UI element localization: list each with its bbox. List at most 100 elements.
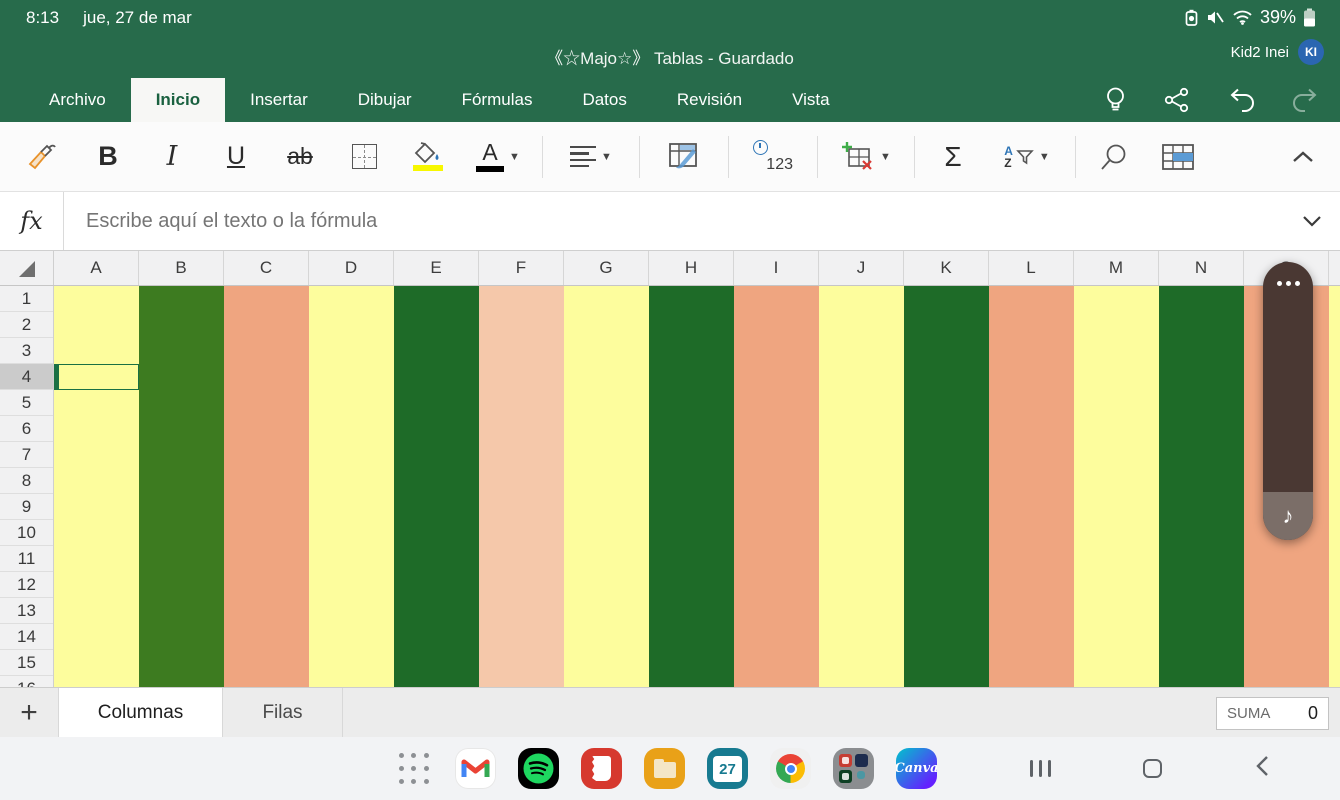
- column-header-G[interactable]: G: [564, 251, 649, 285]
- column-L[interactable]: [989, 286, 1074, 687]
- gmail-icon[interactable]: [455, 748, 496, 789]
- fill-color-icon[interactable]: [396, 130, 460, 184]
- column-D[interactable]: [309, 286, 394, 687]
- column-C[interactable]: [224, 286, 309, 687]
- active-cell-cursor[interactable]: [54, 364, 139, 390]
- column-header-M[interactable]: M: [1074, 251, 1159, 285]
- tab-revisión[interactable]: Revisión: [652, 78, 767, 122]
- column-header-N[interactable]: N: [1159, 251, 1244, 285]
- column-header-L[interactable]: L: [989, 251, 1074, 285]
- row-header-12[interactable]: 12: [0, 572, 53, 598]
- canva-icon[interactable]: Canva: [896, 748, 937, 789]
- number-format-icon[interactable]: 123: [735, 130, 811, 184]
- back-icon[interactable]: [1254, 755, 1270, 782]
- recents-icon[interactable]: [1030, 760, 1051, 777]
- app-drawer-icon[interactable]: [395, 750, 433, 788]
- column-G[interactable]: [564, 286, 649, 687]
- sort-filter-icon[interactable]: AZ ▼: [985, 130, 1069, 184]
- column-M[interactable]: [1074, 286, 1159, 687]
- row-header-4[interactable]: 4: [0, 364, 53, 390]
- autosum-icon[interactable]: Σ: [921, 130, 985, 184]
- tab-fórmulas[interactable]: Fórmulas: [437, 78, 558, 122]
- app-folder-icon[interactable]: [833, 748, 874, 789]
- select-all-corner[interactable]: [0, 251, 54, 285]
- column-header-A[interactable]: A: [54, 251, 139, 285]
- column-header-J[interactable]: J: [819, 251, 904, 285]
- row-header-13[interactable]: 13: [0, 598, 53, 624]
- column-B[interactable]: [139, 286, 224, 687]
- undo-icon[interactable]: [1227, 87, 1255, 113]
- sheet-tab-filas[interactable]: Filas: [223, 688, 343, 737]
- tab-insertar[interactable]: Insertar: [225, 78, 333, 122]
- row-header-2[interactable]: 2: [0, 312, 53, 338]
- table-view-icon[interactable]: [1146, 130, 1210, 184]
- collapse-ribbon-icon[interactable]: [1292, 130, 1314, 184]
- add-sheet-button[interactable]: +: [0, 688, 58, 737]
- tab-dibujar[interactable]: Dibujar: [333, 78, 437, 122]
- row-header-16[interactable]: 16: [0, 676, 53, 687]
- music-widget-handle[interactable]: ♪: [1263, 492, 1313, 540]
- row-header-7[interactable]: 7: [0, 442, 53, 468]
- tab-datos[interactable]: Datos: [557, 78, 651, 122]
- row-header-9[interactable]: 9: [0, 494, 53, 520]
- tab-archivo[interactable]: Archivo: [24, 78, 131, 122]
- format-painter-icon[interactable]: [12, 130, 76, 184]
- edge-panel-handle[interactable]: ♪: [1263, 262, 1313, 540]
- column-H[interactable]: [649, 286, 734, 687]
- row-header-6[interactable]: 6: [0, 416, 53, 442]
- more-icon[interactable]: [1263, 262, 1313, 304]
- chrome-icon[interactable]: [770, 748, 811, 789]
- my-files-icon[interactable]: [644, 748, 685, 789]
- account-chip[interactable]: Kid2 Inei KI: [1231, 39, 1324, 65]
- tab-vista[interactable]: Vista: [767, 78, 855, 122]
- avatar[interactable]: KI: [1298, 39, 1324, 65]
- column-header-K[interactable]: K: [904, 251, 989, 285]
- column-A[interactable]: [54, 286, 139, 687]
- column-I[interactable]: [734, 286, 819, 687]
- borders-icon[interactable]: [332, 130, 396, 184]
- column-header-E[interactable]: E: [394, 251, 479, 285]
- column-header-P[interactable]: P: [1329, 251, 1340, 285]
- align-icon[interactable]: ▼: [549, 130, 633, 184]
- row-header-15[interactable]: 15: [0, 650, 53, 676]
- sum-status-box[interactable]: SUMA 0: [1216, 697, 1329, 730]
- insert-delete-cells-icon[interactable]: ▼: [824, 130, 908, 184]
- search-icon[interactable]: [1082, 130, 1146, 184]
- font-color-icon[interactable]: A ▼: [460, 130, 536, 184]
- lightbulb-icon[interactable]: [1104, 86, 1127, 114]
- row-header-8[interactable]: 8: [0, 468, 53, 494]
- spotify-icon[interactable]: [518, 748, 559, 789]
- cell-styles-icon[interactable]: [646, 130, 722, 184]
- sheet-tab-columnas[interactable]: Columnas: [58, 688, 223, 737]
- column-F[interactable]: [479, 286, 564, 687]
- column-E[interactable]: [394, 286, 479, 687]
- column-N[interactable]: [1159, 286, 1244, 687]
- column-header-I[interactable]: I: [734, 251, 819, 285]
- row-header-1[interactable]: 1: [0, 286, 53, 312]
- italic-button[interactable]: I: [140, 130, 204, 184]
- column-J[interactable]: [819, 286, 904, 687]
- column-header-F[interactable]: F: [479, 251, 564, 285]
- share-icon[interactable]: [1164, 87, 1190, 113]
- column-header-H[interactable]: H: [649, 251, 734, 285]
- spreadsheet-grid[interactable]: 12345678910111213141516: [0, 286, 1340, 687]
- formula-expand-icon[interactable]: [1284, 215, 1340, 227]
- column-header-B[interactable]: B: [139, 251, 224, 285]
- row-header-14[interactable]: 14: [0, 624, 53, 650]
- home-icon[interactable]: [1143, 759, 1162, 778]
- tab-inicio[interactable]: Inicio: [131, 78, 225, 122]
- row-header-3[interactable]: 3: [0, 338, 53, 364]
- calendar-icon[interactable]: 27: [707, 748, 748, 789]
- strikethrough-button[interactable]: ab: [268, 130, 332, 184]
- formula-input[interactable]: Escribe aquí el texto o la fórmula: [64, 210, 1284, 233]
- row-header-11[interactable]: 11: [0, 546, 53, 572]
- column-P[interactable]: [1329, 286, 1340, 687]
- redo-icon[interactable]: [1292, 87, 1320, 113]
- notes-app-icon[interactable]: [581, 748, 622, 789]
- column-header-D[interactable]: D: [309, 251, 394, 285]
- row-header-5[interactable]: 5: [0, 390, 53, 416]
- underline-button[interactable]: U: [204, 130, 268, 184]
- column-header-C[interactable]: C: [224, 251, 309, 285]
- column-K[interactable]: [904, 286, 989, 687]
- row-header-10[interactable]: 10: [0, 520, 53, 546]
